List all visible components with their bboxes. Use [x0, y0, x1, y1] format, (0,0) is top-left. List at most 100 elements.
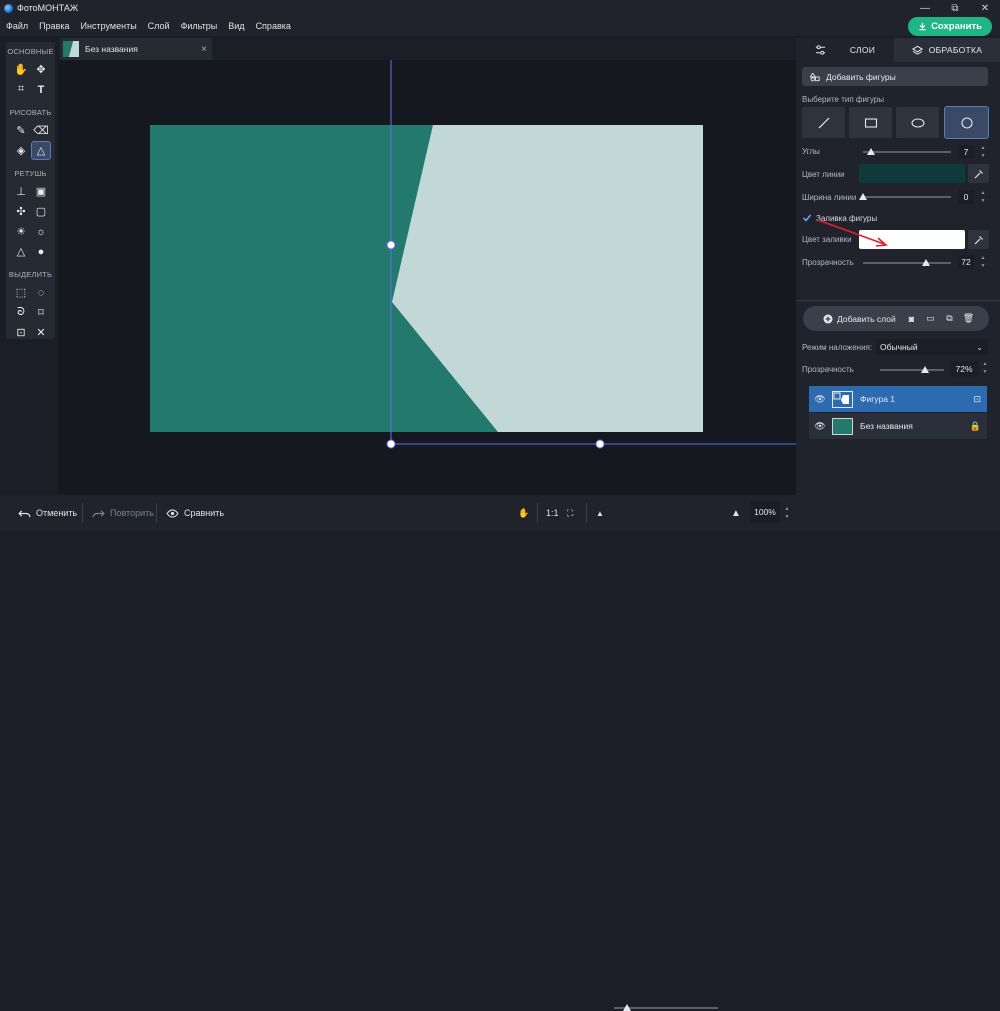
tools-retouch-label: РЕТУШЬ	[14, 169, 47, 178]
canvas-svg[interactable]	[58, 60, 796, 495]
layer-opacity-value[interactable]: 72%	[950, 361, 978, 377]
line-color-swatch[interactable]	[859, 164, 965, 183]
bottom-toolbar: Отменить Повторить Сравнить ✋ 1:1 ⛶ ▲ ▲ …	[0, 495, 796, 1011]
menu-file[interactable]: Файл	[6, 21, 28, 31]
move-tool-icon[interactable]: ✥	[32, 61, 50, 78]
line-eyedropper-button[interactable]	[968, 164, 989, 183]
poly-lasso-icon[interactable]: ⌑	[32, 304, 50, 321]
visibility-eye-icon[interactable]: 👁	[812, 421, 828, 432]
unlock-icon[interactable]: ⊡	[973, 394, 981, 405]
frame-tool-icon[interactable]: ▢	[32, 203, 50, 220]
folder-icon[interactable]: ▭	[925, 313, 936, 324]
menu-view[interactable]: Вид	[228, 21, 244, 31]
layer-opacity-slider-thumb[interactable]	[921, 366, 929, 373]
ellipse-select-icon[interactable]: ◌	[32, 284, 50, 301]
eraser-tool-icon[interactable]: ⌫	[32, 122, 50, 139]
shape-type-polygon[interactable]	[944, 106, 989, 139]
menu-layer[interactable]: Слой	[148, 21, 170, 31]
brush-tool-icon[interactable]: ✎	[12, 122, 30, 139]
eye-icon	[166, 508, 179, 518]
canvas-area[interactable]	[58, 60, 796, 495]
corners-slider-track[interactable]	[863, 151, 951, 153]
fill-tool-icon[interactable]: ◈	[12, 142, 30, 159]
mask-icon[interactable]: ◙	[906, 313, 917, 324]
add-layer-button[interactable]: Добавить слой	[823, 306, 896, 331]
duplicate-icon[interactable]: ⧉	[944, 313, 955, 324]
layers-icon	[911, 45, 923, 55]
corners-value[interactable]: 7	[958, 145, 974, 159]
shape-type-ellipse[interactable]	[896, 107, 939, 138]
redo-button[interactable]: Повторить	[92, 495, 154, 531]
menu-edit[interactable]: Правка	[39, 21, 69, 31]
lasso-select-icon[interactable]: ᘐ	[12, 304, 30, 321]
patch-tool-icon[interactable]: ▣	[32, 183, 50, 200]
line-width-label: Ширина линии	[802, 193, 857, 202]
tab-layers[interactable]: СЛОИ	[796, 38, 894, 62]
corners-stepper[interactable]: ▲ ▼	[979, 145, 987, 159]
close-tab-icon[interactable]: ×	[201, 44, 207, 55]
sharpen-tool-icon[interactable]: △	[12, 243, 30, 260]
shape-opacity-slider-track[interactable]	[863, 262, 951, 264]
shapes-icon	[810, 72, 820, 81]
shapes-tool-icon[interactable]: △	[31, 141, 51, 160]
blend-mode-select[interactable]: Обычный ⌄	[876, 339, 988, 355]
bandage-tool-icon[interactable]: ✣	[12, 203, 30, 220]
visibility-eye-icon[interactable]: 👁	[812, 394, 828, 405]
zoom-in-icon[interactable]: ▲	[731, 495, 741, 531]
add-shapes-button[interactable]: Добавить фигуры	[802, 67, 988, 86]
tab-processing[interactable]: ОБРАБОТКА	[894, 38, 1000, 62]
layer-row-shape[interactable]: 👁 Фигура 1 ⊡	[809, 386, 987, 412]
fit-screen-icon[interactable]: ⛶	[567, 495, 573, 531]
compare-button[interactable]: Сравнить	[166, 495, 224, 531]
shape-opacity-value[interactable]: 72	[958, 255, 974, 269]
minimize-button[interactable]: —	[910, 0, 940, 16]
shape-opacity-slider-thumb[interactable]	[922, 259, 930, 266]
blur-tool-icon[interactable]: ●	[32, 243, 50, 260]
fill-checkbox[interactable]	[802, 213, 812, 223]
darken-tool-icon[interactable]: ☼	[32, 223, 50, 240]
crop-tool-icon[interactable]: ⌗	[12, 81, 30, 98]
lock-icon[interactable]: 🔒	[970, 421, 981, 432]
brighten-tool-icon[interactable]: ☀	[12, 223, 30, 240]
rect-select-icon[interactable]: ⬚	[12, 284, 30, 301]
magic-select-icon[interactable]: ⊡	[12, 324, 30, 341]
line-width-stepper[interactable]: ▲ ▼	[979, 190, 987, 204]
tools-draw-label: РИСОВАТЬ	[9, 108, 52, 117]
shape-handle-bottom-left[interactable]	[386, 439, 396, 449]
undo-button[interactable]: Отменить	[18, 495, 77, 531]
line-width-slider-thumb[interactable]	[859, 193, 867, 200]
menu-help[interactable]: Справка	[256, 21, 291, 31]
layer-name: Без названия	[860, 421, 913, 431]
shape-type-rectangle[interactable]	[849, 107, 892, 138]
close-window-button[interactable]: ✕	[970, 0, 1000, 16]
save-button[interactable]: Сохранить	[908, 17, 992, 36]
layer-opacity-stepper[interactable]: ▲ ▼	[981, 361, 989, 375]
menu-tools[interactable]: Инструменты	[81, 21, 137, 31]
fill-eyedropper-button[interactable]	[968, 230, 989, 249]
zoom-slider-thumb[interactable]	[623, 1004, 632, 1011]
zoom-out-icon[interactable]: ▲	[596, 495, 604, 531]
hand-tool-icon[interactable]: ✋	[12, 61, 30, 78]
layer-row-background[interactable]: 👁 Без названия 🔒	[809, 413, 987, 439]
menu-filters[interactable]: Фильтры	[181, 21, 218, 31]
maximize-button[interactable]: ⧉	[940, 0, 970, 16]
redo-icon	[92, 509, 105, 517]
magic-wand-icon[interactable]: ✕	[32, 324, 50, 341]
layer-opacity-slider-track[interactable]	[880, 369, 944, 371]
corners-slider-thumb[interactable]	[867, 148, 875, 155]
text-tool-icon[interactable]: T	[32, 81, 50, 98]
shape-handle-bottom[interactable]	[595, 439, 605, 449]
trash-icon[interactable]: 🗑	[963, 313, 974, 324]
line-width-slider-track[interactable]	[863, 196, 951, 198]
fit-hand-icon[interactable]: ✋	[518, 495, 529, 531]
zoom-value[interactable]: 100%	[750, 501, 780, 523]
line-width-value[interactable]: 0	[958, 190, 974, 204]
document-tab[interactable]: Без названия ×	[60, 38, 212, 60]
redo-label: Повторить	[110, 508, 154, 518]
shape-type-line[interactable]	[802, 107, 845, 138]
shape-handle-left[interactable]	[386, 240, 396, 250]
ratio-button[interactable]: 1:1	[546, 495, 559, 531]
stamp-tool-icon[interactable]: ⊥	[12, 183, 30, 200]
zoom-stepper[interactable]: ▲ ▼	[783, 506, 791, 520]
shape-opacity-stepper[interactable]: ▲ ▼	[979, 255, 987, 269]
